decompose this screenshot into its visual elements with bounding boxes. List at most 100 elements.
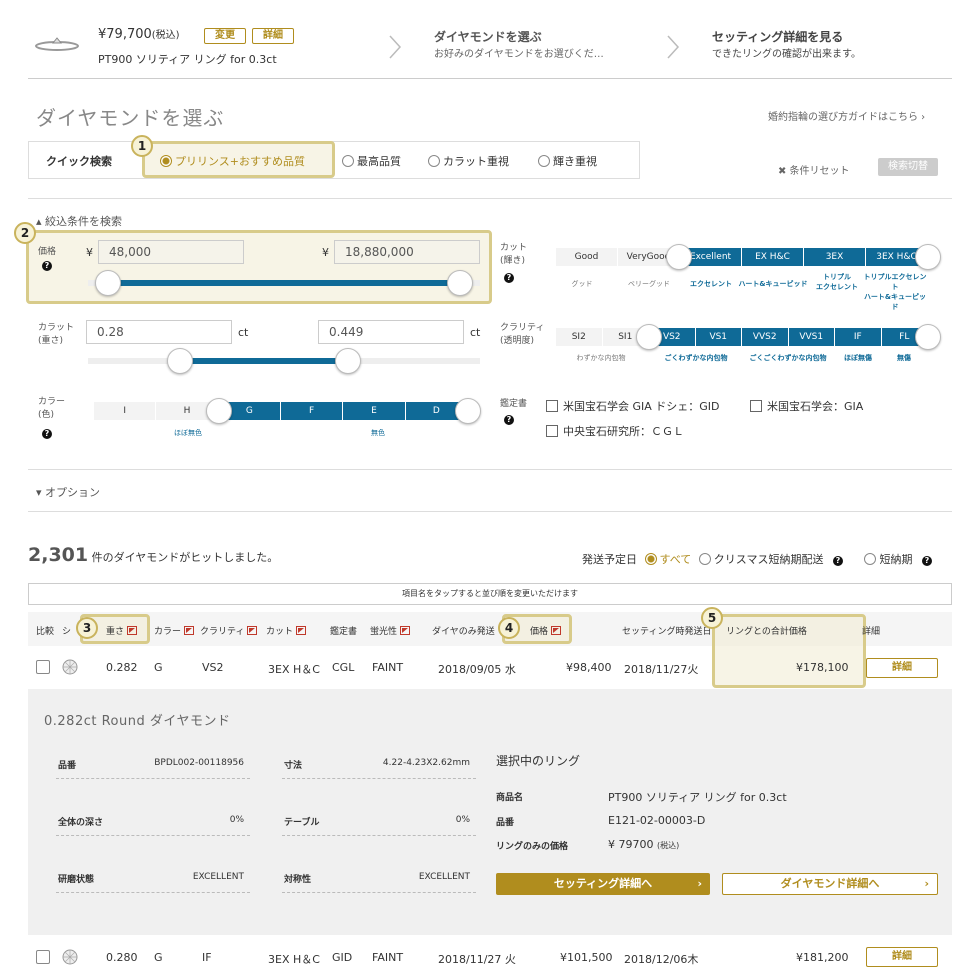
cut-grade[interactable]: 3EX bbox=[804, 248, 866, 266]
color-grade-selector[interactable]: I H G F E D bbox=[94, 402, 468, 420]
caret-up-icon: ▴ bbox=[36, 215, 42, 228]
setting-detail-button[interactable]: セッティング詳細へ › bbox=[496, 873, 710, 895]
sort-hint: 項目名をタップすると並び順を変更いただけます bbox=[28, 583, 952, 605]
spec-label: テーブル bbox=[284, 818, 320, 828]
price-max-input[interactable]: 18,880,000 bbox=[334, 240, 480, 264]
ring-row-label: 品番 bbox=[496, 818, 515, 828]
quick-option-carat[interactable]: カラット重視 bbox=[428, 153, 509, 169]
cut-sub-label: ベリーグッド bbox=[628, 280, 670, 288]
th-cut[interactable]: カット bbox=[266, 624, 307, 637]
ring-price: ¥79,700(税込) bbox=[98, 27, 180, 42]
help-icon[interactable]: ? bbox=[42, 426, 52, 439]
badge-1: 1 bbox=[131, 135, 153, 157]
clarity-grade[interactable]: IF bbox=[835, 328, 882, 346]
ship-option-all[interactable]: すべて bbox=[644, 553, 691, 566]
help-icon[interactable]: ? bbox=[504, 270, 514, 283]
help-icon[interactable]: ? bbox=[42, 258, 52, 271]
color-grade[interactable]: F bbox=[280, 402, 344, 420]
options-toggle[interactable]: ▾ オプション bbox=[36, 484, 100, 500]
ring-row-label: リングのみの価格 bbox=[496, 842, 569, 852]
chevron-right-icon bbox=[388, 34, 402, 60]
price-min-input[interactable]: 48,000 bbox=[98, 240, 244, 264]
reset-conditions-button[interactable]: ✖ 条件リセット bbox=[778, 162, 850, 177]
clarity-label: クラリティ (透明度) bbox=[500, 323, 545, 346]
ship-option-christmas[interactable]: クリスマス短納期配送 bbox=[698, 553, 823, 566]
cut-grade[interactable]: Good bbox=[556, 248, 618, 266]
cell-setting-ship: 2018/11/27火 bbox=[624, 663, 699, 676]
color-min-handle[interactable] bbox=[206, 398, 232, 424]
spec-label: 寸法 bbox=[284, 761, 303, 771]
ring-name: PT900 ソリティア リング for 0.3ct bbox=[98, 53, 277, 66]
carat-slider-min-handle[interactable] bbox=[167, 348, 193, 374]
quick-option-brilliance[interactable]: 輝き重視 bbox=[538, 153, 597, 169]
clarity-grade-selector[interactable]: SI2 SI1 VS2 VS1 VVS2 VVS1 IF FL bbox=[556, 328, 928, 346]
cut-min-handle[interactable] bbox=[666, 244, 692, 270]
row-detail-button[interactable]: 詳細 bbox=[866, 658, 938, 678]
color-grade[interactable]: I bbox=[94, 402, 157, 420]
cell-setting-ship: 2018/12/06木 bbox=[624, 953, 699, 966]
clarity-grade[interactable]: VVS2 bbox=[742, 328, 789, 346]
compare-checkbox[interactable] bbox=[36, 950, 50, 964]
filters-toggle[interactable]: ▴ 絞込条件を検索 bbox=[36, 213, 122, 229]
cut-grade-selector[interactable]: Good VeryGood Excellent EX H&C 3EX 3EX H… bbox=[556, 248, 928, 266]
search-toggle-button[interactable]: 検索切替 bbox=[878, 158, 938, 176]
clarity-grade[interactable]: VS1 bbox=[695, 328, 742, 346]
th-clarity[interactable]: クラリティ bbox=[200, 624, 258, 637]
th-price[interactable]: 価格 bbox=[530, 624, 562, 637]
help-icon[interactable]: ? bbox=[832, 556, 843, 566]
cell-cert: CGL bbox=[332, 661, 355, 674]
quick-option-best[interactable]: 最高品質 bbox=[342, 153, 401, 169]
radio-icon bbox=[864, 553, 877, 565]
cut-max-handle[interactable] bbox=[915, 244, 941, 270]
color-sub-label: ほぼ無色 bbox=[174, 429, 202, 437]
th-setting-ship: セッティング時発送日 bbox=[622, 627, 712, 637]
carat-max-input[interactable]: 0.449 bbox=[318, 320, 464, 344]
sort-icon bbox=[296, 626, 307, 635]
clarity-max-handle[interactable] bbox=[915, 324, 941, 350]
color-max-handle[interactable] bbox=[455, 398, 481, 424]
cut-sub-label: エクセレント bbox=[690, 280, 732, 288]
clarity-sub-label: ごくわずかな内包物 bbox=[664, 354, 728, 362]
clarity-min-handle[interactable] bbox=[636, 324, 662, 350]
row-detail-button[interactable]: 詳細 bbox=[866, 947, 938, 967]
chevron-right-icon bbox=[666, 34, 680, 60]
th-color[interactable]: カラー bbox=[154, 624, 195, 637]
guide-link[interactable]: 婚約指輪の選び方ガイドはこちら › bbox=[768, 108, 925, 123]
cut-sub-label: グッド bbox=[571, 280, 593, 288]
cell-clarity: VS2 bbox=[202, 661, 224, 674]
step2-title[interactable]: ダイヤモンドを選ぶ bbox=[434, 28, 542, 45]
clarity-grade[interactable]: VVS1 bbox=[788, 328, 835, 346]
th-diamond-ship: ダイヤのみ発送 bbox=[432, 627, 495, 637]
ship-option-short[interactable]: 短納期 bbox=[864, 553, 912, 566]
divider bbox=[56, 892, 250, 893]
help-icon[interactable]: ? bbox=[921, 556, 932, 566]
carat-min-input[interactable]: 0.28 bbox=[86, 320, 232, 344]
cert-gia-checkbox[interactable]: 米国宝石学会：GIA bbox=[750, 398, 863, 414]
cut-grade[interactable]: EX H&C bbox=[742, 248, 804, 266]
th-fluorescence[interactable]: 蛍光性 bbox=[370, 624, 411, 637]
quick-option-recommended[interactable]: プリリンス+おすすめ品質 bbox=[160, 153, 305, 169]
price-slider-min-handle[interactable] bbox=[95, 270, 121, 296]
divider bbox=[282, 892, 476, 893]
cell-clarity: IF bbox=[202, 951, 212, 964]
ring-detail-button[interactable]: 詳細 bbox=[252, 28, 294, 44]
checkbox-icon bbox=[546, 425, 558, 437]
carat-slider-max-handle[interactable] bbox=[335, 348, 361, 374]
checkbox-icon bbox=[546, 400, 558, 412]
color-grade[interactable]: E bbox=[343, 402, 406, 420]
result-count: 2,301 件のダイヤモンドがヒットしました。 bbox=[28, 544, 279, 566]
compare-checkbox[interactable] bbox=[36, 660, 50, 674]
cut-sub-label: トリプルエクセレント ハート&キューピッド bbox=[863, 273, 927, 311]
radio-selected-icon bbox=[160, 155, 172, 167]
step3-title[interactable]: セッティング詳細を見る bbox=[712, 28, 843, 45]
ring-row-value: ¥ 79700 (税込) bbox=[608, 838, 680, 851]
clarity-grade[interactable]: SI2 bbox=[556, 328, 603, 346]
cert-cgl-checkbox[interactable]: 中央宝石研究所：ＣＧＬ bbox=[546, 423, 684, 439]
change-ring-button[interactable]: 変更 bbox=[204, 28, 246, 44]
diamond-detail-button[interactable]: ダイヤモンド詳細へ › bbox=[722, 873, 938, 895]
cert-gid-checkbox[interactable]: 米国宝石学会 GIA ドシェ：GID bbox=[546, 398, 720, 414]
cell-total: ¥178,100 bbox=[796, 661, 849, 674]
help-icon[interactable]: ? bbox=[504, 412, 514, 425]
th-weight[interactable]: 重さ bbox=[106, 624, 138, 637]
price-slider-max-handle[interactable] bbox=[447, 270, 473, 296]
